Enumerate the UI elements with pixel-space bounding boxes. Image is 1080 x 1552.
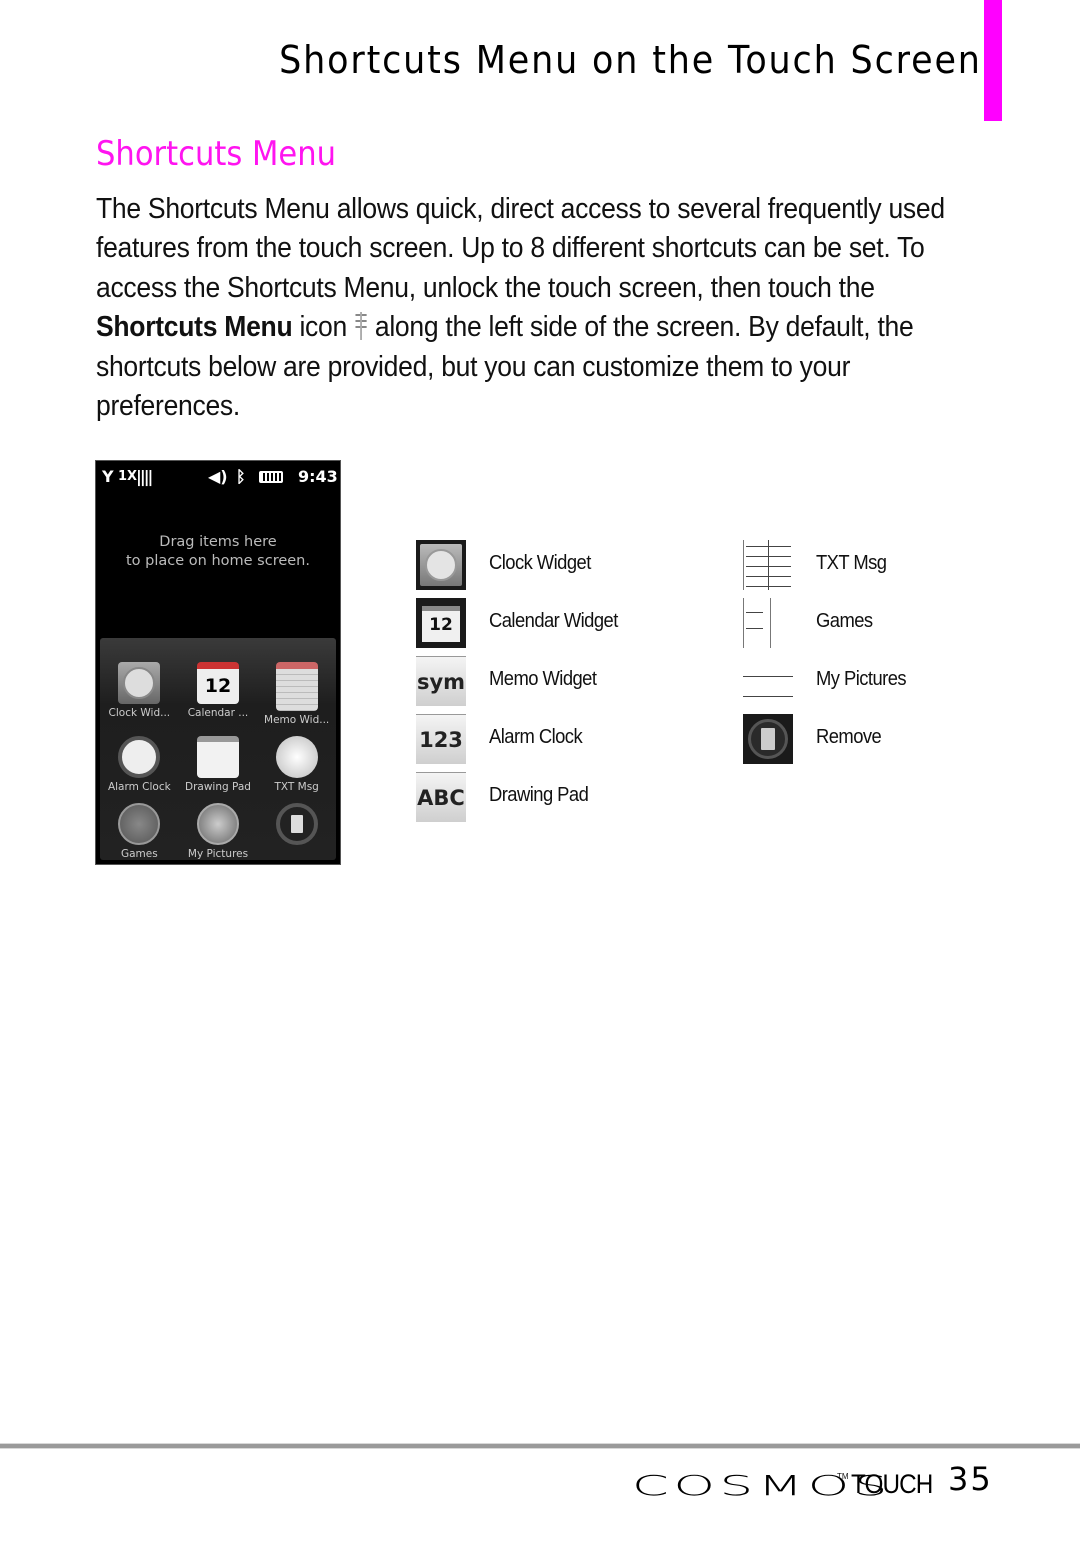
- shortcut-remove: Remove: [743, 714, 882, 764]
- signal-icon: Y: [102, 467, 114, 486]
- calendar-icon: 12: [416, 598, 466, 648]
- clock-icon: [118, 662, 161, 704]
- shortcut-label: TXT Msg: [816, 552, 887, 574]
- drag-message-line: Drag items here: [159, 534, 277, 550]
- tray-label: TXT Msg: [274, 781, 319, 793]
- section-title: Shortcuts Menu: [96, 134, 337, 174]
- tray-label: Memo Wid...: [264, 714, 330, 726]
- body-line: access the Shortcuts Menu, unlock the to…: [96, 271, 875, 304]
- shortcut-label: Games: [816, 610, 873, 632]
- shortcut-memo-widget: sym Memo Widget: [416, 656, 597, 706]
- tray-item-my-pictures[interactable]: My Pictures: [179, 803, 258, 860]
- tray-item-memo[interactable]: Memo Wid...: [257, 662, 336, 726]
- body-line: features from the touch screen. Up to 8 …: [96, 232, 925, 265]
- tray-label: Drawing Pad: [185, 781, 251, 793]
- accent-bar: [984, 0, 1002, 121]
- tray-item-alarm[interactable]: Alarm Clock: [100, 736, 179, 793]
- games-icon: [743, 598, 793, 648]
- battery-icon: [259, 471, 283, 483]
- body-line: preferences.: [96, 390, 240, 423]
- network-indicator: 1X: [118, 469, 138, 484]
- body-text-fragment: icon: [292, 311, 347, 344]
- shortcut-label: Memo Widget: [489, 668, 597, 690]
- body-text-fragment: along the left side of the screen. By de…: [374, 311, 914, 344]
- drag-message: Drag items here to place on home screen.: [96, 533, 340, 571]
- shortcuts-menu-icon: [354, 310, 367, 341]
- trash-icon: [275, 803, 318, 845]
- speaker-icon: ◀): [208, 467, 228, 486]
- tray-item-games[interactable]: Games: [100, 803, 179, 860]
- shortcut-games: Games: [743, 598, 873, 648]
- shortcut-label: My Pictures: [816, 668, 907, 690]
- phone-screenshot: Y 1X |||| ◀) ᛒ 9:43 Drag items here to p…: [95, 460, 341, 865]
- tray-item-drawing-pad[interactable]: Drawing Pad: [179, 736, 258, 793]
- clock-time: 9:43: [298, 467, 338, 486]
- drag-message-line: to place on home screen.: [126, 553, 310, 569]
- txt-msg-icon: [743, 540, 793, 590]
- signal-bars-icon: ||||: [136, 467, 153, 486]
- games-icon: [118, 803, 161, 845]
- shortcut-label: Drawing Pad: [489, 784, 589, 806]
- sym-key-icon: sym: [416, 656, 466, 706]
- 123-key-icon: 123: [416, 714, 466, 764]
- shortcut-label: Alarm Clock: [489, 726, 583, 748]
- shortcut-clock-widget: Clock Widget: [416, 540, 591, 590]
- page-number: 35: [948, 1460, 993, 1498]
- memo-icon: [275, 662, 318, 711]
- clock-icon: [416, 540, 466, 590]
- tray-item-calendar[interactable]: 12 Calendar ...: [179, 662, 258, 726]
- shortcut-calendar-widget: 12 Calendar Widget: [416, 598, 618, 648]
- tray-label: My Pictures: [187, 848, 249, 860]
- brand-suffix: TOUCH: [850, 1469, 933, 1499]
- tray-label: Alarm Clock: [107, 781, 171, 793]
- status-bar: Y 1X |||| ◀) ᛒ 9:43: [96, 467, 340, 489]
- tray-item-remove[interactable]: [257, 803, 336, 860]
- my-pictures-icon: [743, 656, 793, 706]
- shortcut-label: Calendar Widget: [489, 610, 618, 632]
- drawing-pad-icon: [196, 736, 239, 778]
- shortcut-label: Clock Widget: [489, 552, 591, 574]
- shortcuts-tray: Clock Wid... 12 Calendar ... Memo Wid...…: [100, 638, 336, 860]
- trash-icon: [743, 714, 793, 764]
- tray-item-txt-msg[interactable]: TXT Msg: [257, 736, 336, 793]
- shortcut-drawing-pad: ABC Drawing Pad: [416, 772, 589, 822]
- txt-msg-icon: [275, 736, 318, 778]
- alarm-clock-icon: [118, 736, 161, 778]
- shortcut-label: Remove: [816, 726, 882, 748]
- body-paragraph: The Shortcuts Menu allows quick, direct …: [96, 190, 976, 426]
- page-title: Shortcuts Menu on the Touch Screen: [279, 38, 982, 82]
- shortcut-my-pictures: My Pictures: [743, 656, 907, 706]
- bluetooth-icon: ᛒ: [236, 467, 246, 486]
- tray-label: Clock Wid...: [108, 707, 171, 719]
- brand-logo: COSMOS TM TOUCH: [632, 1462, 941, 1502]
- tray-label: Calendar ...: [187, 707, 249, 719]
- shortcuts-menu-term: Shortcuts Menu: [96, 311, 293, 344]
- abc-key-icon: ABC: [416, 772, 466, 822]
- tray-label: Games: [120, 848, 158, 860]
- my-pictures-icon: [196, 803, 239, 845]
- body-line: shortcuts below are provided, but you ca…: [96, 350, 851, 383]
- trademark: TM: [837, 1472, 849, 1481]
- footer-rule: [0, 1443, 1080, 1449]
- calendar-icon: 12: [196, 662, 239, 704]
- tray-item-clock[interactable]: Clock Wid...: [100, 662, 179, 726]
- shortcut-txt-msg: TXT Msg: [743, 540, 887, 590]
- shortcut-alarm-clock: 123 Alarm Clock: [416, 714, 583, 764]
- body-line: Shortcuts Menu icon along the left side o…: [96, 308, 914, 347]
- body-line: The Shortcuts Menu allows quick, direct …: [96, 193, 945, 225]
